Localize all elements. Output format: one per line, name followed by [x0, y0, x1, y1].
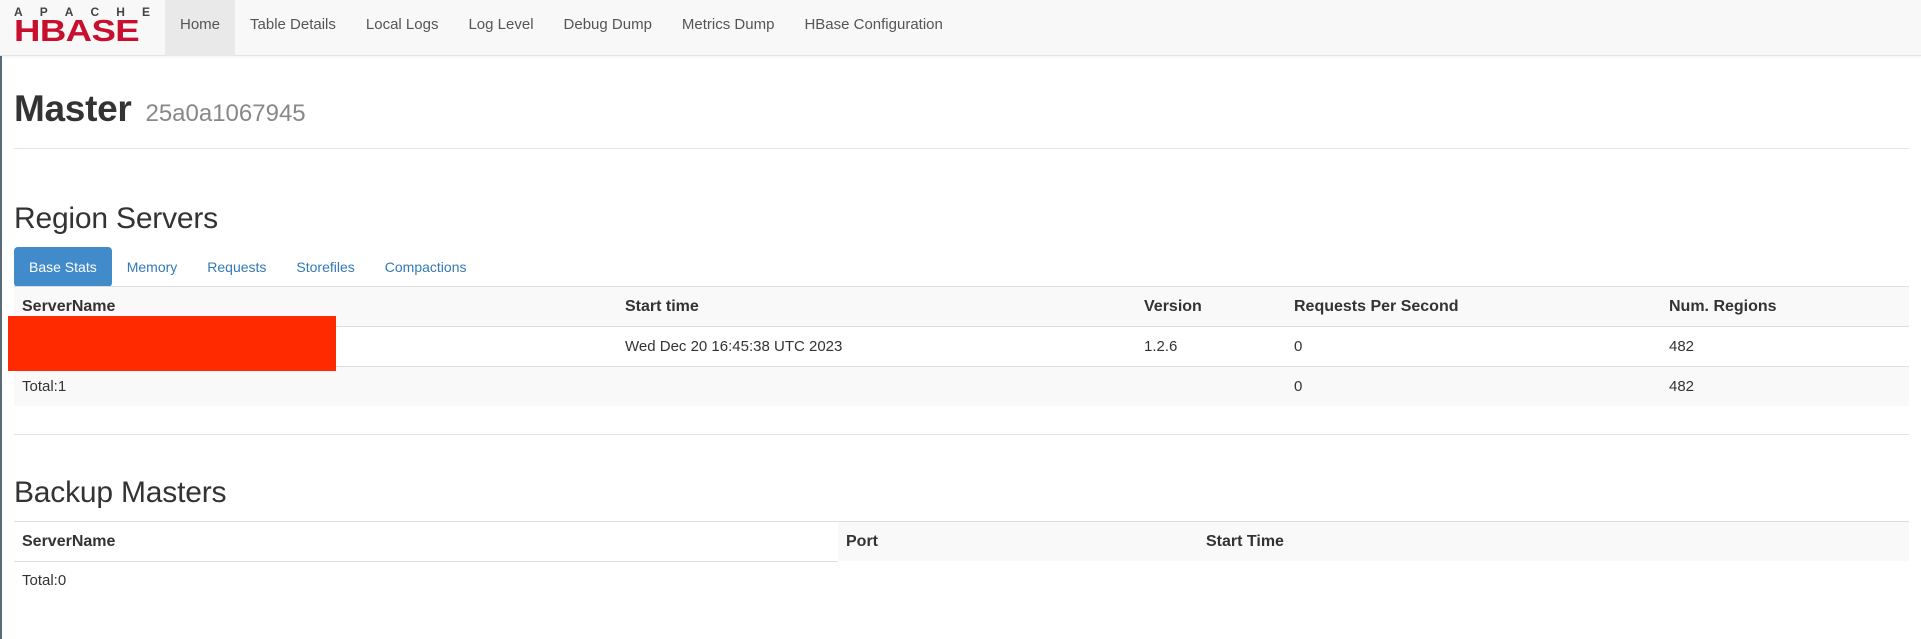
- section-divider: [14, 434, 1909, 435]
- backup-masters-table: ServerName Port Start Time Total:0: [14, 521, 1909, 601]
- version-cell: 1.2.6: [1144, 338, 1178, 355]
- total-requests-per-second: 0: [1294, 378, 1303, 395]
- column-header[interactable]: Start time: [617, 287, 699, 327]
- region-servers-tabs: Base Stats Memory Requests Storefiles Co…: [14, 247, 481, 287]
- requests-per-second-cell: 0: [1294, 338, 1303, 355]
- nav-metrics-dump[interactable]: Metrics Dump: [667, 0, 790, 56]
- num-regions-cell: 482: [1669, 338, 1695, 355]
- table-total-row: Total:0: [14, 561, 1909, 601]
- column-header[interactable]: Requests Per Second: [1286, 287, 1459, 327]
- tab-memory[interactable]: Memory: [112, 247, 193, 287]
- page-subtitle: 25a0a1067945: [145, 100, 306, 127]
- nav-home[interactable]: Home: [165, 0, 236, 56]
- column-header[interactable]: Start Time: [1198, 522, 1284, 562]
- page-title: Master 25a0a1067945: [14, 88, 306, 130]
- tab-base-stats[interactable]: Base Stats: [14, 247, 112, 287]
- header-divider: [14, 148, 1909, 149]
- hbase-logo[interactable]: A P A C H E HBASE: [14, 6, 152, 46]
- tab-requests[interactable]: Requests: [192, 247, 281, 287]
- nav-debug-dump[interactable]: Debug Dump: [549, 0, 667, 56]
- total-label: Total:1: [22, 378, 67, 395]
- logo-wordmark: HBASE: [14, 13, 140, 48]
- top-navbar: A P A C H E HBASE Home Table Details Loc…: [0, 0, 1921, 56]
- region-servers-heading: Region Servers: [14, 202, 218, 235]
- start-time-cell: Wed Dec 20 16:45:38 UTC 2023: [625, 338, 843, 355]
- column-header[interactable]: Num. Regions: [1661, 287, 1777, 327]
- total-num-regions: 482: [1669, 378, 1695, 395]
- main-nav: Home Table Details Local Logs Log Level …: [165, 0, 958, 56]
- nav-log-level[interactable]: Log Level: [453, 0, 548, 56]
- backup-masters-heading: Backup Masters: [14, 476, 227, 509]
- tab-storefiles[interactable]: Storefiles: [281, 247, 369, 287]
- table-total-row: Total:1 0 482: [14, 366, 1909, 406]
- tab-compactions[interactable]: Compactions: [370, 247, 482, 287]
- redaction-box: [8, 316, 336, 371]
- page-title-text: Master: [14, 88, 132, 129]
- column-header[interactable]: Port: [838, 522, 878, 562]
- total-label: Total:0: [22, 572, 67, 589]
- table-header-row: ServerName Port Start Time: [14, 521, 1909, 562]
- window-left-edge: [0, 0, 2, 639]
- column-header[interactable]: ServerName: [14, 522, 838, 562]
- column-header[interactable]: Version: [1136, 287, 1202, 327]
- nav-table-details[interactable]: Table Details: [235, 0, 351, 56]
- nav-hbase-configuration[interactable]: HBase Configuration: [789, 0, 957, 56]
- nav-local-logs[interactable]: Local Logs: [351, 0, 454, 56]
